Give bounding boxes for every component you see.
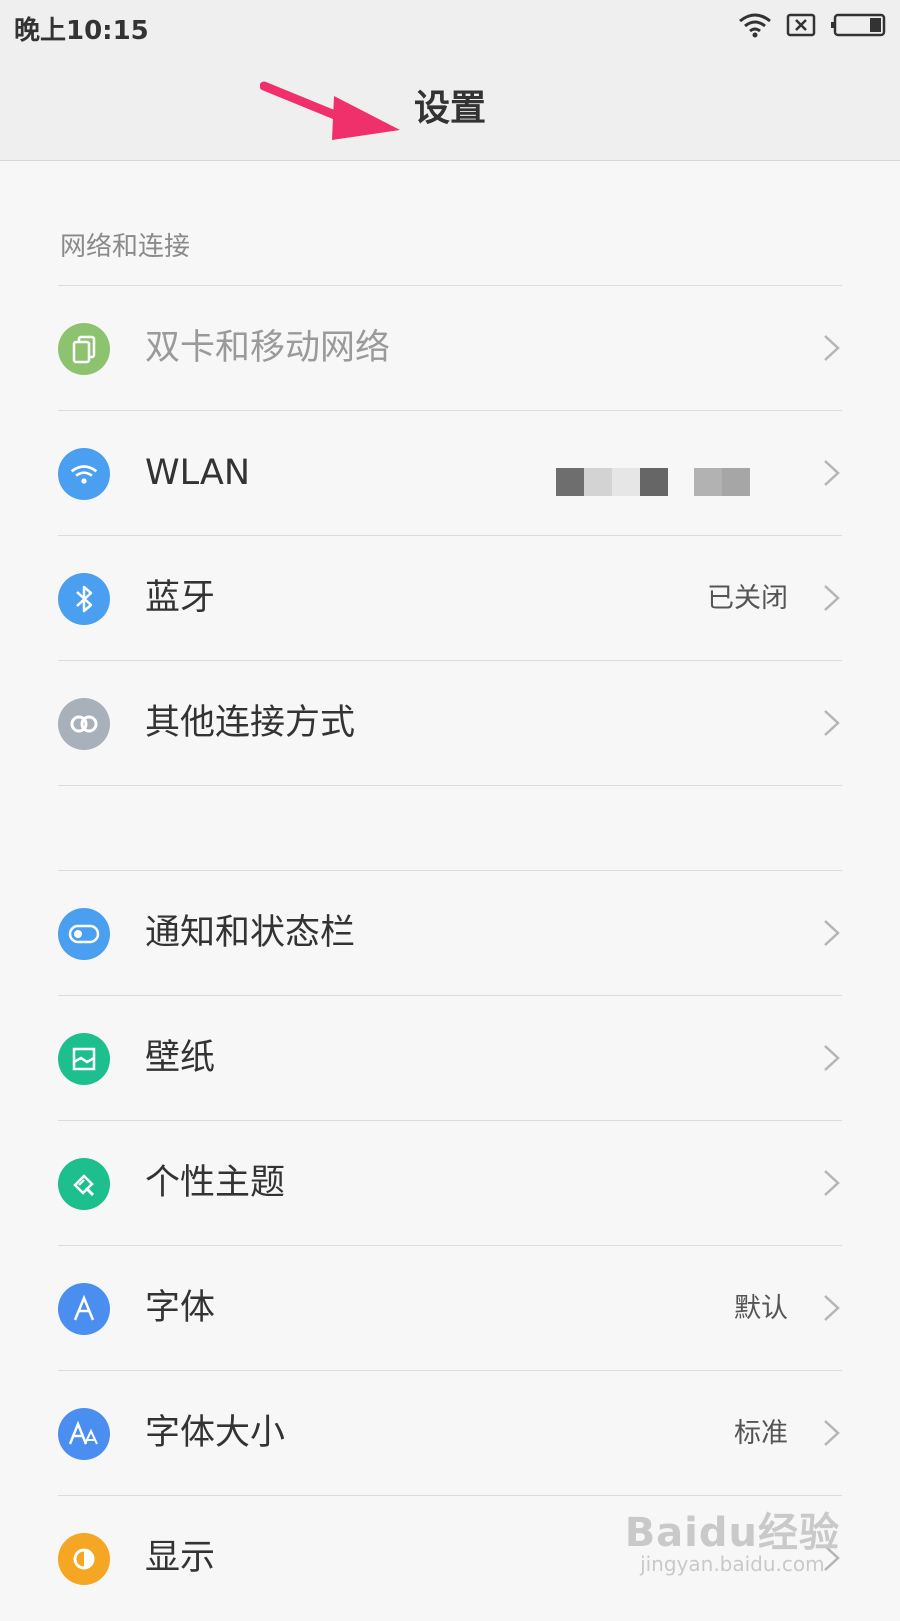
chevron-right-icon xyxy=(824,1045,840,1071)
settings-row-themes[interactable]: 个性主题 xyxy=(0,1121,900,1246)
chevron-right-icon xyxy=(824,335,840,361)
no-sim-icon xyxy=(786,13,816,37)
row-label: WLAN xyxy=(145,453,251,493)
chevron-right-icon xyxy=(824,460,840,486)
row-label: 双卡和移动网络 xyxy=(145,328,391,368)
watermark-brand: Baidu经验 xyxy=(624,1510,840,1556)
row-label: 蓝牙 xyxy=(145,578,216,618)
row-label: 字体 xyxy=(145,1288,216,1328)
bluetooth-icon xyxy=(58,573,110,625)
settings-row-wlan[interactable]: WLAN xyxy=(0,411,900,536)
wifi-signal-icon xyxy=(739,13,771,38)
settings-row-dual-sim[interactable]: 双卡和移动网络 xyxy=(0,286,900,411)
battery-icon xyxy=(831,13,886,37)
wifi-icon xyxy=(58,448,110,500)
font-size-icon xyxy=(58,1408,110,1460)
status-time: 晚上10:15 xyxy=(14,16,149,46)
status-icons xyxy=(738,10,886,40)
row-label: 其他连接方式 xyxy=(145,703,356,743)
annotation-arrow-icon xyxy=(260,81,400,140)
status-bar: 晚上10:15 xyxy=(0,0,900,50)
row-value: 标准 xyxy=(734,1418,788,1449)
theme-brush-icon xyxy=(58,1158,110,1210)
chevron-right-icon xyxy=(824,710,840,736)
chevron-right-icon xyxy=(824,1295,840,1321)
title-bar: 设置 xyxy=(0,50,900,161)
pixelated-network-name xyxy=(556,468,750,496)
row-label: 壁纸 xyxy=(145,1038,216,1078)
chevron-right-icon xyxy=(824,1420,840,1446)
settings-row-notifications[interactable]: 通知和状态栏 xyxy=(0,871,900,996)
row-value: 默认 xyxy=(734,1293,788,1324)
display-icon xyxy=(58,1533,110,1585)
page-title: 设置 xyxy=(413,88,486,129)
chevron-right-icon xyxy=(824,920,840,946)
row-value: 已关闭 xyxy=(707,583,788,614)
row-label: 个性主题 xyxy=(145,1163,286,1203)
row-label: 显示 xyxy=(145,1538,216,1578)
link-icon xyxy=(58,698,110,750)
row-label: 字体大小 xyxy=(145,1413,286,1453)
chevron-right-icon xyxy=(824,1170,840,1196)
chevron-right-icon xyxy=(824,585,840,611)
font-a-icon xyxy=(58,1283,110,1335)
dual-sim-icon xyxy=(58,323,110,375)
toggle-icon xyxy=(58,908,110,960)
baidu-watermark: Baidu经验 jingyan.baidu.com xyxy=(625,1500,840,1576)
watermark-url: jingyan.baidu.com xyxy=(640,1552,825,1576)
settings-row-font[interactable]: 字体 默认 xyxy=(0,1246,900,1371)
settings-row-other-connections[interactable]: 其他连接方式 xyxy=(0,661,900,786)
row-label: 通知和状态栏 xyxy=(145,913,356,953)
settings-row-font-size[interactable]: 字体大小 标准 xyxy=(0,1371,900,1496)
wallpaper-icon xyxy=(58,1033,110,1085)
settings-row-bluetooth[interactable]: 蓝牙 已关闭 xyxy=(0,536,900,661)
settings-row-wallpaper[interactable]: 壁纸 xyxy=(0,996,900,1121)
section-label-network: 网络和连接 xyxy=(60,232,191,262)
